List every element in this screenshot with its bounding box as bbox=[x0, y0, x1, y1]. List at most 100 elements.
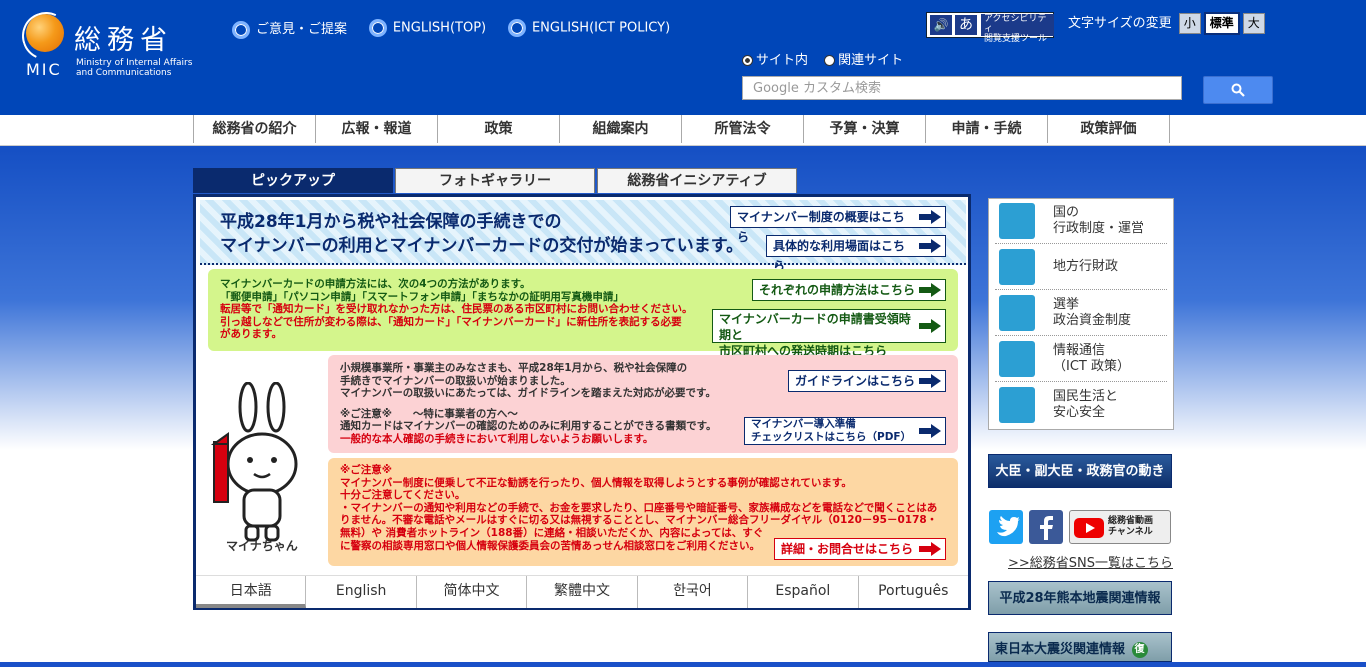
lang-portuguese[interactable]: Português bbox=[859, 576, 968, 608]
search-button[interactable] bbox=[1203, 76, 1273, 104]
pink-line4: ※ご注意※ ～特に事業者の方へ～ bbox=[340, 407, 518, 420]
city-hall-icon bbox=[999, 249, 1035, 285]
logo-mic: MIC bbox=[26, 60, 62, 79]
methods-button[interactable]: それぞれの申請方法はこちら bbox=[752, 279, 946, 301]
pink-text: 小規模事業所・事業主のみなさまも、平成28年1月から、税や社会保障の 手続きでマ… bbox=[340, 362, 717, 446]
global-nav: 総務省の紹介 広報・報道 政策 組織案内 所管法令 予算・決算 申請・手続 政策… bbox=[0, 115, 1366, 146]
font-size-small-button[interactable]: 小 bbox=[1178, 13, 1201, 34]
sidebar-item-label: 地方行財政 bbox=[1053, 259, 1119, 274]
font-size-label: 文字サイズの変更 bbox=[1068, 16, 1172, 31]
logo-en-line1: Ministry of Internal Affairs bbox=[76, 58, 193, 68]
orange-line5: りません。不審な電話やメールはすぐに切る又は無視することとし、マイナンバー総合フ… bbox=[340, 514, 938, 527]
mic-logo[interactable]: 総務省 MIC Ministry of Internal Affairs and… bbox=[15, 5, 216, 82]
feedback-link-label: ご意見・ご提案 bbox=[256, 22, 348, 37]
facebook-icon[interactable] bbox=[1029, 510, 1063, 544]
building-icon bbox=[999, 203, 1035, 239]
english-ict-link[interactable]: ENGLISH(ICT POLICY) bbox=[507, 19, 670, 38]
nav-press[interactable]: 広報・報道 bbox=[316, 115, 438, 143]
nav-budget[interactable]: 予算・決算 bbox=[804, 115, 926, 143]
sidebar-item-local-finance[interactable]: 地方行財政 bbox=[995, 245, 1167, 290]
content-tabs: ピックアップ フォトギャラリー 総務省イニシアティブ bbox=[193, 168, 799, 193]
sns-list-link[interactable]: >>総務省SNS一覧はこちら bbox=[1008, 552, 1173, 571]
sidebar-label-line1: 選挙 bbox=[1053, 297, 1080, 312]
nav-laws[interactable]: 所管法令 bbox=[682, 115, 804, 143]
sidebar-item-label: 国の 行政制度・運営 bbox=[1053, 205, 1144, 237]
youtube-icon bbox=[1074, 518, 1104, 538]
contact-button[interactable]: 詳細・お問合せはこちら bbox=[774, 538, 946, 560]
checklist-button[interactable]: マイナンバー導入準備 チェックリストはこちら（PDF） bbox=[744, 417, 946, 445]
english-top-link[interactable]: ENGLISH(TOP) bbox=[368, 19, 486, 38]
checklist-button-line1: マイナンバー導入準備 bbox=[751, 418, 856, 430]
sidebar-item-safety[interactable]: 国民生活と 安心安全 bbox=[995, 383, 1167, 427]
usage-button-label: 具体的な利用場面はこちら bbox=[773, 239, 906, 273]
nav-organization[interactable]: 組織案内 bbox=[560, 115, 682, 143]
tab-photo-gallery[interactable]: フォトギャラリー bbox=[395, 168, 595, 193]
search-icon bbox=[1231, 83, 1245, 97]
banner-title-line1: 平成28年1月から税や社会保障の手続きでの bbox=[220, 212, 562, 232]
lang-korean[interactable]: 한국어 bbox=[638, 576, 749, 608]
arrow-right-icon bbox=[919, 374, 941, 388]
font-size-standard-button[interactable]: 標準 bbox=[1203, 12, 1240, 35]
minister-activities-banner[interactable]: 大臣・副大臣・政務官の動き bbox=[988, 454, 1172, 488]
lang-spanish[interactable]: Español bbox=[748, 576, 859, 608]
green-text: マイナンバーカードの申請方法には、次の4つの方法があります。 「郵便申請」「パソ… bbox=[220, 278, 693, 341]
ballot-box-icon bbox=[999, 295, 1035, 331]
green-line1: マイナンバーカードの申請方法には、次の4つの方法があります。 bbox=[220, 278, 531, 290]
tohoku-earthquake-banner[interactable]: 東日本大震災関連情報 復 bbox=[988, 632, 1172, 662]
scope-site-radio[interactable]: サイト内 bbox=[742, 53, 808, 68]
nav-applications[interactable]: 申請・手続 bbox=[926, 115, 1048, 143]
sidebar-label-line2: 安心安全 bbox=[1053, 405, 1106, 420]
bullet-icon bbox=[507, 19, 526, 38]
feedback-link[interactable]: ご意見・ご提案 bbox=[232, 18, 347, 39]
scope-related-radio[interactable]: 関連サイト bbox=[824, 53, 903, 68]
family-icon bbox=[999, 387, 1035, 423]
guideline-button[interactable]: ガイドラインはこちら bbox=[788, 370, 946, 392]
scope-related-label: 関連サイト bbox=[838, 53, 904, 68]
schedule-button[interactable]: マイナンバーカードの申請書受領時期と 市区町村への発送時期はこちら bbox=[712, 309, 946, 358]
lang-simplified-chinese[interactable]: 简体中文 bbox=[417, 576, 528, 608]
orange-line4: ・マイナンバーの通知や利用などの手続で、お金を要求したり、口座番号や暗証番号、家… bbox=[340, 501, 938, 514]
green-line2: 「郵便申請」「パソコン申請」「スマートフォン申請」「まちなかの証明用写真機申請」 bbox=[220, 290, 624, 303]
accessibility-label-2: 閲覧支援ツール bbox=[984, 34, 1048, 44]
mynumber-banner: 平成28年1月から税や社会保障の手続きでの マイナンバーの利用とマイナンバーカー… bbox=[200, 200, 966, 273]
usage-button[interactable]: 具体的な利用場面はこちら bbox=[766, 235, 946, 273]
nav-about[interactable]: 総務省の紹介 bbox=[194, 115, 316, 143]
tab-pickup[interactable]: ピックアップ bbox=[193, 168, 393, 193]
methods-button-label: それぞれの申請方法はこちら bbox=[759, 283, 916, 297]
orange-line1: ※ご注意※ bbox=[340, 464, 392, 476]
overview-button[interactable]: マイナンバー制度の概要はこちら bbox=[730, 206, 946, 244]
application-methods-box: マイナンバーカードの申請方法には、次の4つの方法があります。 「郵便申請」「パソ… bbox=[208, 269, 958, 358]
mascot-illustration bbox=[210, 382, 298, 542]
sidebar-item-label: 国民生活と 安心安全 bbox=[1053, 389, 1118, 421]
green-line5: があります。 bbox=[220, 328, 282, 341]
kumamoto-earthquake-banner[interactable]: 平成28年熊本地震関連情報 bbox=[988, 581, 1172, 615]
speaker-icon: 🔊 bbox=[930, 15, 952, 35]
font-size-large-button[interactable]: 大 bbox=[1242, 13, 1265, 34]
accessibility-tool-button[interactable]: 🔊 あ アクセシビリティ 閲覧支援ツール bbox=[926, 12, 1054, 44]
lang-traditional-chinese[interactable]: 繁體中文 bbox=[527, 576, 638, 608]
nav-policy[interactable]: 政策 bbox=[438, 115, 560, 143]
pink-line3: マイナンバーの取扱いにあたっては、ガイドラインを踏まえた対応が必要です。 bbox=[340, 387, 717, 400]
orange-line3: 十分ご注意してください。 bbox=[340, 489, 466, 502]
youtube-channel-button[interactable]: 総務省動画 チャンネル bbox=[1069, 510, 1171, 544]
sidebar-item-administration[interactable]: 国の 行政制度・運営 bbox=[995, 199, 1167, 244]
lang-english[interactable]: English bbox=[306, 576, 417, 608]
sidebar-item-ict[interactable]: 情報通信 （ICT 政策） bbox=[995, 337, 1167, 382]
business-notice-box: 小規模事業所・事業主のみなさまも、平成28年1月から、税や社会保障の 手続きでマ… bbox=[328, 355, 958, 453]
twitter-icon[interactable] bbox=[989, 510, 1023, 544]
top-links: ご意見・ご提案 ENGLISH(TOP) ENGLISH(ICT POLICY) bbox=[232, 18, 688, 39]
accessibility-label-1: アクセシビリティ bbox=[984, 14, 1047, 34]
sidebar-item-elections[interactable]: 選挙 政治資金制度 bbox=[995, 291, 1167, 336]
scope-site-label: サイト内 bbox=[756, 53, 809, 68]
lang-japanese[interactable]: 日本語 bbox=[196, 576, 307, 608]
pink-line1: 小規模事業所・事業主のみなさまも、平成28年1月から、税や社会保障の bbox=[340, 362, 688, 374]
youtube-label: 総務省動画 チャンネル bbox=[1108, 516, 1153, 538]
guideline-button-label: ガイドラインはこちら bbox=[795, 374, 916, 388]
tab-initiative[interactable]: 総務省イニシアティブ bbox=[597, 168, 797, 193]
bullet-icon bbox=[368, 19, 387, 38]
accessibility-label: アクセシビリティ 閲覧支援ツール bbox=[981, 14, 1054, 44]
nav-evaluation[interactable]: 政策評価 bbox=[1048, 115, 1170, 143]
site-header: 総務省 MIC Ministry of Internal Affairs and… bbox=[0, 0, 1366, 115]
search-input[interactable]: Google カスタム検索 bbox=[742, 76, 1182, 100]
pink-line5: 通知カードはマイナンバーの確認のためのみに利用することができる書類です。 bbox=[340, 420, 717, 433]
